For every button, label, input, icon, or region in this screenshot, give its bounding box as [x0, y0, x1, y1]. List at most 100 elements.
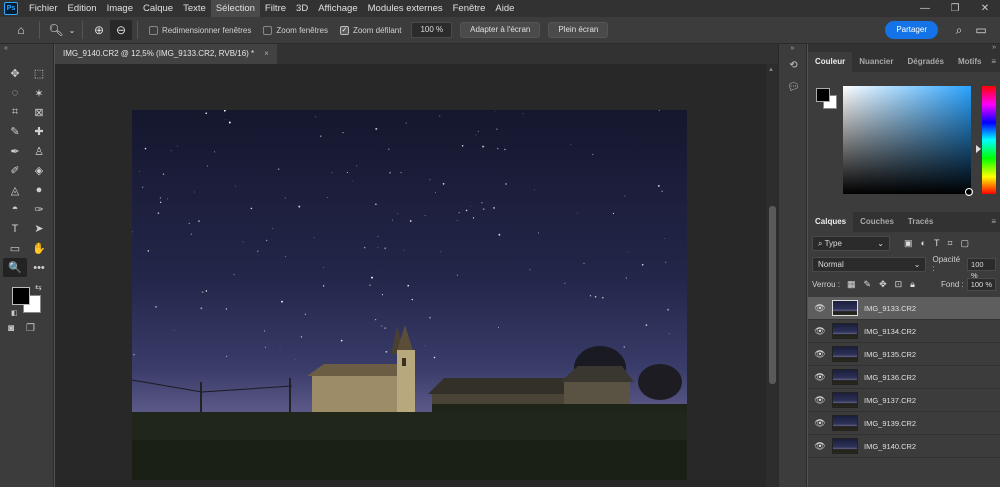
- menu-item[interactable]: Edition: [63, 0, 102, 17]
- history-brush-icon[interactable]: ✐: [3, 161, 27, 180]
- visibility-eye-icon[interactable]: 👁︎: [808, 372, 832, 383]
- zoom-out-icon[interactable]: ⊖: [110, 20, 132, 40]
- layer-row[interactable]: 👁︎ IMG_9139.CR2: [808, 412, 1000, 435]
- path-select-icon[interactable]: ➤: [27, 219, 51, 238]
- shape-filter-icon[interactable]: ⌗: [947, 238, 952, 249]
- move-icon[interactable]: ✥: [3, 64, 27, 83]
- hue-slider[interactable]: [982, 86, 996, 194]
- resize-windows-checkbox[interactable]: Redimensionner fenêtres: [149, 25, 251, 35]
- stamp-icon[interactable]: ♙: [27, 142, 51, 161]
- layer-row[interactable]: 👁︎ IMG_9137.CR2: [808, 389, 1000, 412]
- menu-item[interactable]: Fichier: [24, 0, 63, 17]
- type-icon[interactable]: T: [3, 219, 27, 238]
- search-icon[interactable]: ⌕: [948, 20, 970, 40]
- share-button[interactable]: Partager: [885, 21, 938, 39]
- document-tab[interactable]: IMG_9140.CR2 @ 12,5% (IMG_9133.CR2, RVB/…: [55, 44, 277, 64]
- visibility-eye-icon[interactable]: 👁︎: [808, 326, 832, 337]
- close-icon[interactable]: ✕: [970, 3, 1000, 14]
- more-icon[interactable]: •••: [27, 258, 51, 277]
- zoom-tool-preset-icon[interactable]: 🔍︎: [45, 20, 67, 40]
- frame-icon[interactable]: ⊠: [27, 103, 51, 122]
- foreground-color-swatch[interactable]: [12, 287, 30, 306]
- canvas-image[interactable]: [132, 110, 687, 480]
- home-icon[interactable]: ⌂: [8, 20, 34, 40]
- layer-row[interactable]: 👁︎ IMG_9133.CR2: [808, 297, 1000, 320]
- eraser-icon[interactable]: ◈: [27, 161, 51, 180]
- blend-mode-select[interactable]: Normal ⌄: [812, 256, 927, 272]
- color-picker-ring[interactable]: [965, 188, 973, 196]
- history-icon[interactable]: ⟲: [779, 54, 808, 76]
- screen-mode-icon[interactable]: ❐: [26, 323, 35, 334]
- menu-item[interactable]: Fenêtre: [448, 0, 491, 17]
- scrubby-zoom-checkbox[interactable]: ✓ Zoom défilant: [339, 25, 401, 35]
- vertical-scrollbar[interactable]: ▲: [766, 64, 778, 487]
- menu-item[interactable]: Texte: [178, 0, 211, 17]
- visibility-eye-icon[interactable]: 👁︎: [808, 395, 832, 406]
- zoom-percent-field[interactable]: 100 %: [411, 22, 453, 38]
- menu-item[interactable]: 3D: [291, 0, 313, 17]
- collapse-icon[interactable]: »: [808, 44, 1000, 52]
- visibility-eye-icon[interactable]: 👁︎: [808, 418, 832, 429]
- eyedropper-icon[interactable]: ✎: [3, 122, 27, 141]
- tab-traces[interactable]: Tracés: [901, 212, 940, 232]
- healing-icon[interactable]: ✚: [27, 122, 51, 141]
- rectangle-icon[interactable]: ▭: [3, 239, 27, 258]
- scroll-up-icon[interactable]: ▲: [768, 67, 774, 73]
- workspace-icon[interactable]: ▭: [970, 20, 992, 40]
- layer-row[interactable]: 👁︎ IMG_9136.CR2: [808, 366, 1000, 389]
- opacity-field[interactable]: 100 %: [967, 257, 996, 280]
- zoom-all-windows-checkbox[interactable]: Zoom fenêtres: [263, 25, 328, 35]
- tab-nuancier[interactable]: Nuancier: [852, 52, 900, 72]
- magic-wand-icon[interactable]: ✶: [27, 83, 51, 102]
- tab-degrades[interactable]: Dégradés: [900, 52, 950, 72]
- panel-menu-icon[interactable]: ≡: [991, 212, 1000, 232]
- tab-couleur[interactable]: Couleur: [808, 52, 853, 72]
- foreground-color-swatch[interactable]: [816, 88, 830, 102]
- lock-artboard-icon[interactable]: ⊡: [895, 279, 903, 290]
- minimize-icon[interactable]: —: [910, 3, 940, 14]
- adjustment-filter-icon[interactable]: ◐: [921, 238, 926, 249]
- fit-screen-button[interactable]: Adapter à l'écran: [460, 22, 541, 38]
- visibility-eye-icon[interactable]: 👁︎: [808, 441, 832, 452]
- menu-item[interactable]: Image: [102, 0, 138, 17]
- menu-item[interactable]: Calque: [138, 0, 178, 17]
- tab-motifs[interactable]: Motifs: [951, 52, 989, 72]
- tab-couches[interactable]: Couches: [853, 212, 901, 232]
- close-tab-icon[interactable]: ×: [264, 44, 269, 64]
- lasso-icon[interactable]: ◌: [3, 83, 27, 102]
- menu-item[interactable]: Modules externes: [363, 0, 448, 17]
- swap-colors-icon[interactable]: ⇆: [35, 283, 42, 292]
- pen-icon[interactable]: ✑: [27, 200, 51, 219]
- lock-position-icon[interactable]: ✥: [879, 279, 887, 290]
- menu-item[interactable]: Aide: [490, 0, 519, 17]
- layer-row[interactable]: 👁︎ IMG_9135.CR2: [808, 343, 1000, 366]
- color-saturation-field[interactable]: [843, 86, 971, 194]
- menu-item[interactable]: Sélection: [210, 0, 260, 17]
- blur-icon[interactable]: ●: [27, 180, 51, 199]
- layer-row[interactable]: 👁︎ IMG_9140.CR2: [808, 435, 1000, 458]
- layer-filter-select[interactable]: ⌕ Type ⌄: [812, 235, 890, 251]
- brush-icon[interactable]: ✒: [3, 142, 27, 161]
- fill-field[interactable]: 100 %: [966, 277, 996, 291]
- crop-icon[interactable]: ⌗: [3, 103, 27, 122]
- dodge-icon[interactable]: ◓: [3, 200, 27, 219]
- bucket-icon[interactable]: ◬: [3, 180, 27, 199]
- comments-icon[interactable]: 💬︎: [779, 76, 808, 98]
- scrollbar-thumb[interactable]: [769, 206, 776, 384]
- visibility-eye-icon[interactable]: 👁︎: [808, 303, 832, 314]
- zoom-in-icon[interactable]: ⊕: [88, 20, 110, 40]
- photoshop-logo[interactable]: Ps: [4, 2, 18, 15]
- chevron-down-icon[interactable]: ⌄: [67, 20, 77, 40]
- marquee-icon[interactable]: ⬚: [27, 64, 51, 83]
- lock-pixels-icon[interactable]: ✎: [864, 279, 872, 290]
- menu-item[interactable]: Filtre: [260, 0, 291, 17]
- zoom-icon[interactable]: 🔍: [3, 257, 27, 278]
- menu-item[interactable]: Affichage: [313, 0, 362, 17]
- default-colors-icon[interactable]: ◧: [11, 309, 18, 317]
- tab-calques[interactable]: Calques: [808, 212, 854, 232]
- smart-object-filter-icon[interactable]: ▢: [961, 238, 970, 249]
- fill-screen-button[interactable]: Plein écran: [548, 22, 609, 38]
- pixel-filter-icon[interactable]: ▣: [904, 238, 913, 249]
- visibility-eye-icon[interactable]: 👁︎: [808, 349, 832, 360]
- layer-row[interactable]: 👁︎ IMG_9134.CR2: [808, 320, 1000, 343]
